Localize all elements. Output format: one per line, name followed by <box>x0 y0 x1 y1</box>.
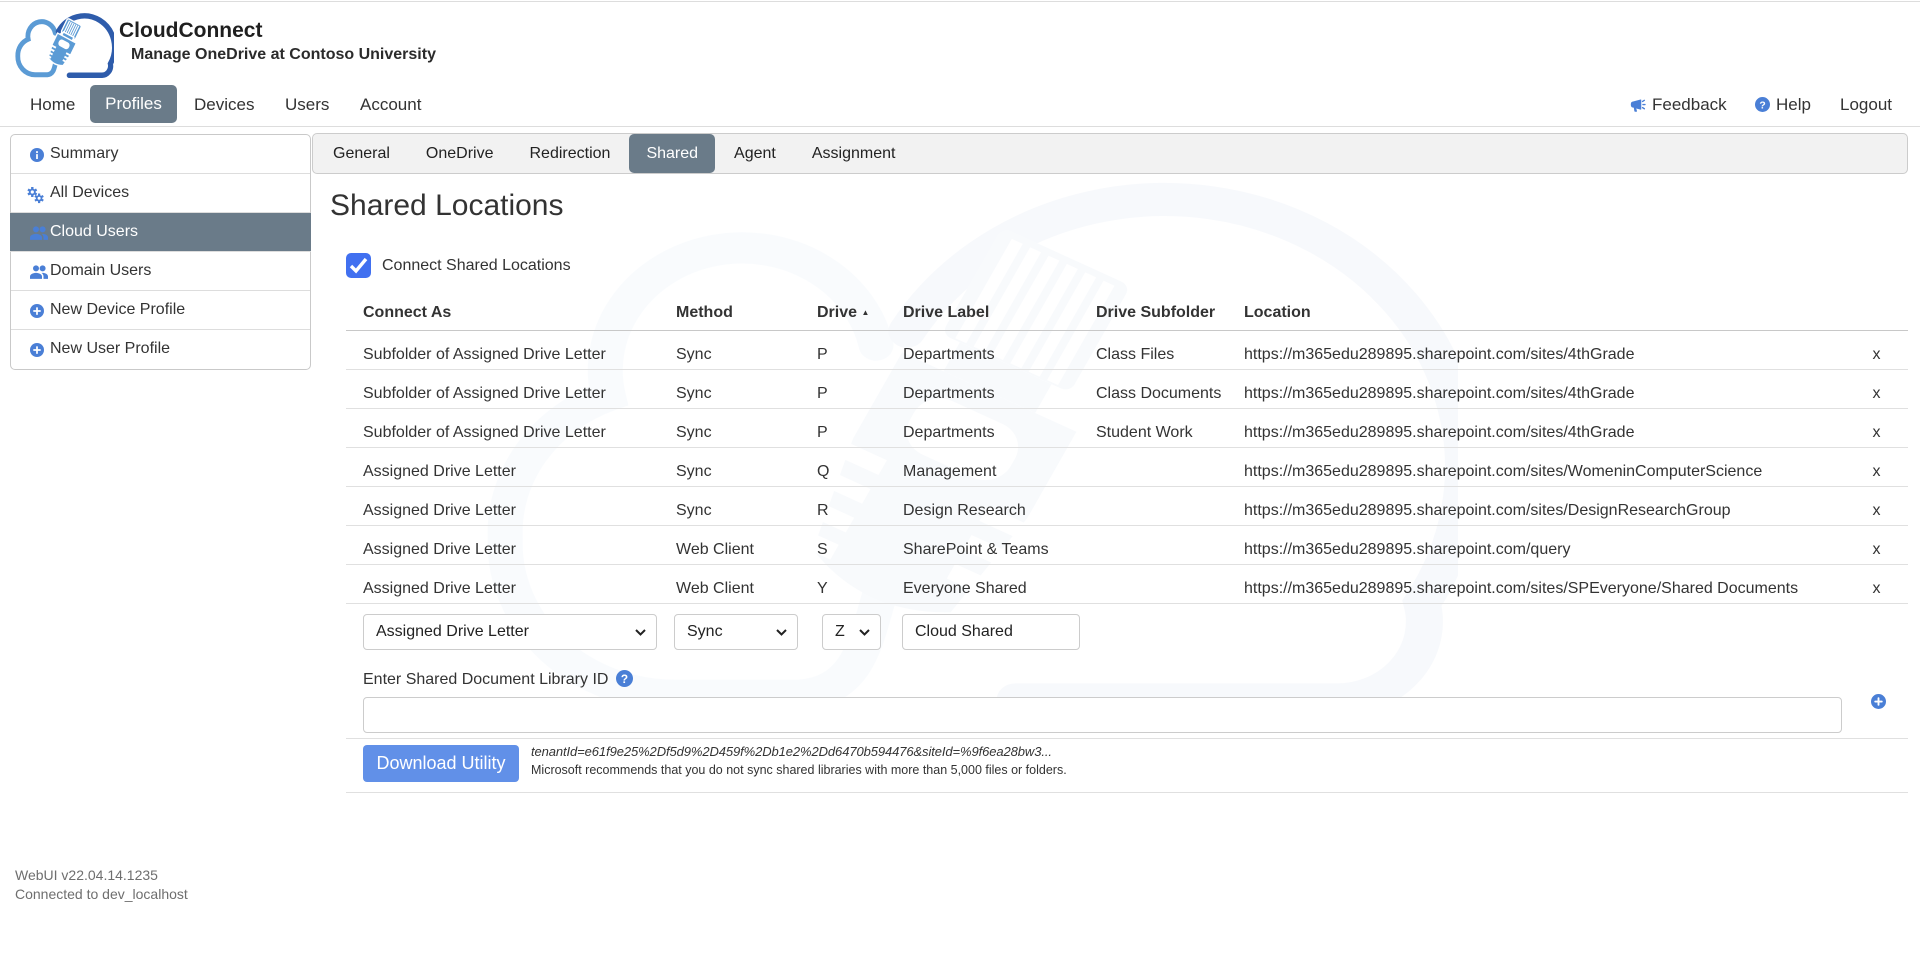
svg-text:?: ? <box>621 672 628 686</box>
svg-text:?: ? <box>1759 100 1765 111</box>
